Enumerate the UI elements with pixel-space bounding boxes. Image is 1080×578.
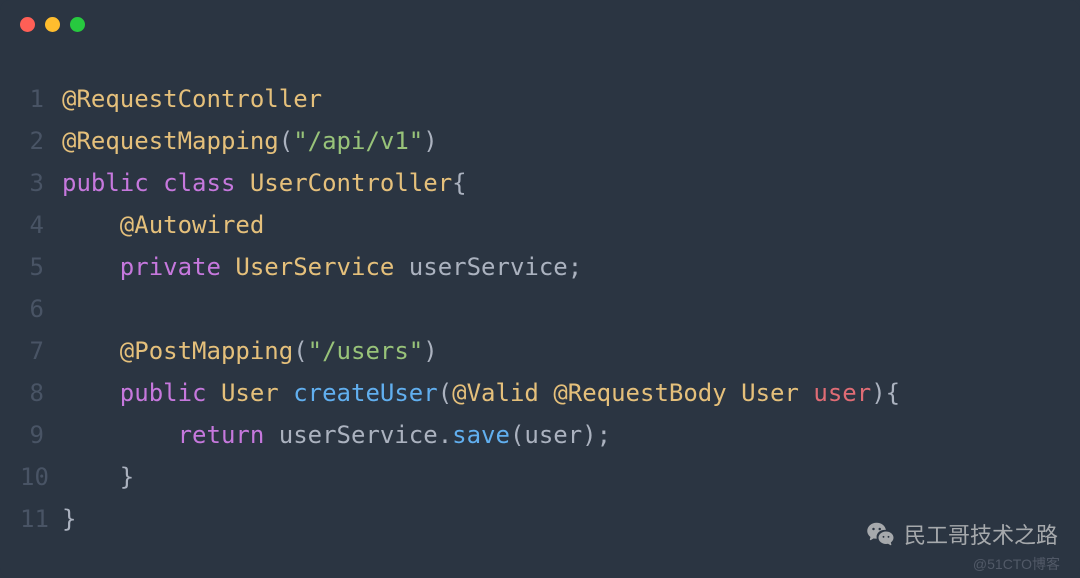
token-punct: { bbox=[452, 169, 466, 197]
token-punct bbox=[727, 379, 741, 407]
maximize-icon[interactable] bbox=[70, 17, 85, 32]
token-method: createUser bbox=[293, 379, 438, 407]
token-annotation: @PostMapping bbox=[120, 337, 293, 365]
token-punct: userService. bbox=[264, 421, 452, 449]
line-number: 6 bbox=[20, 288, 62, 330]
token-annotation: @Valid bbox=[452, 379, 539, 407]
wechat-icon bbox=[866, 519, 896, 549]
line-number: 8 bbox=[20, 372, 62, 414]
token-punct bbox=[62, 421, 178, 449]
token-punct bbox=[62, 337, 120, 365]
cto-watermark: @51CTO博客 bbox=[973, 554, 1060, 574]
token-punct bbox=[221, 253, 235, 281]
token-punct: } bbox=[62, 505, 76, 533]
token-annotation: @RequestBody bbox=[553, 379, 726, 407]
code-content: } bbox=[62, 456, 134, 498]
code-content: public class UserController{ bbox=[62, 162, 467, 204]
line-number: 11 bbox=[20, 498, 62, 540]
code-content: @Autowired bbox=[62, 204, 264, 246]
code-line: 8 public User createUser(@Valid @Request… bbox=[20, 372, 1060, 414]
line-number: 9 bbox=[20, 414, 62, 456]
code-content: public User createUser(@Valid @RequestBo… bbox=[62, 372, 900, 414]
code-line: 2@RequestMapping("/api/v1") bbox=[20, 120, 1060, 162]
line-number: 10 bbox=[20, 456, 62, 498]
line-number: 5 bbox=[20, 246, 62, 288]
token-keyword: public bbox=[62, 169, 149, 197]
token-punct: ) bbox=[423, 127, 437, 155]
code-content: private UserService userService; bbox=[62, 246, 582, 288]
token-punct bbox=[235, 169, 249, 197]
token-type: User bbox=[741, 379, 799, 407]
code-line: 1@RequestController bbox=[20, 78, 1060, 120]
token-punct: } bbox=[62, 463, 134, 491]
code-window: 1@RequestController2@RequestMapping("/ap… bbox=[0, 0, 1080, 578]
code-line: 3public class UserController{ bbox=[20, 162, 1060, 204]
line-number: 2 bbox=[20, 120, 62, 162]
token-annotation: @RequestController bbox=[62, 85, 322, 113]
token-punct bbox=[279, 379, 293, 407]
minimize-icon[interactable] bbox=[45, 17, 60, 32]
token-type: User bbox=[221, 379, 279, 407]
token-type: UserController bbox=[250, 169, 452, 197]
token-keyword: private bbox=[120, 253, 221, 281]
token-punct: ( bbox=[279, 127, 293, 155]
token-keyword: return bbox=[178, 421, 265, 449]
line-number: 1 bbox=[20, 78, 62, 120]
token-string: "/api/v1" bbox=[293, 127, 423, 155]
line-number: 4 bbox=[20, 204, 62, 246]
line-number: 7 bbox=[20, 330, 62, 372]
token-punct bbox=[207, 379, 221, 407]
token-punct: ) bbox=[423, 337, 437, 365]
code-content: return userService.save(user); bbox=[62, 414, 611, 456]
token-punct: ){ bbox=[871, 379, 900, 407]
token-type: UserService bbox=[235, 253, 394, 281]
code-line: 7 @PostMapping("/users") bbox=[20, 330, 1060, 372]
token-punct bbox=[62, 379, 120, 407]
code-content: } bbox=[62, 498, 76, 540]
wechat-watermark-text: 民工哥技术之路 bbox=[904, 518, 1058, 550]
token-punct bbox=[539, 379, 553, 407]
code-line: 6 bbox=[20, 288, 1060, 330]
code-line: 5 private UserService userService; bbox=[20, 246, 1060, 288]
token-string: "/users" bbox=[308, 337, 424, 365]
wechat-watermark: 民工哥技术之路 bbox=[866, 518, 1058, 550]
token-punct bbox=[149, 169, 163, 197]
close-icon[interactable] bbox=[20, 17, 35, 32]
window-titlebar bbox=[0, 0, 1080, 48]
line-number: 3 bbox=[20, 162, 62, 204]
token-annotation: @Autowired bbox=[120, 211, 265, 239]
token-method: save bbox=[452, 421, 510, 449]
token-punct: ( bbox=[293, 337, 307, 365]
token-punct: (user); bbox=[510, 421, 611, 449]
code-editor: 1@RequestController2@RequestMapping("/ap… bbox=[0, 48, 1080, 560]
token-punct: userService; bbox=[394, 253, 582, 281]
token-keyword: public bbox=[120, 379, 207, 407]
token-punct bbox=[62, 211, 120, 239]
token-punct bbox=[799, 379, 813, 407]
token-punct bbox=[62, 253, 120, 281]
token-annotation: @RequestMapping bbox=[62, 127, 279, 155]
code-line: 9 return userService.save(user); bbox=[20, 414, 1060, 456]
token-keyword: class bbox=[163, 169, 235, 197]
code-line: 10 } bbox=[20, 456, 1060, 498]
token-punct: ( bbox=[438, 379, 452, 407]
code-content: @RequestController bbox=[62, 78, 322, 120]
code-line: 4 @Autowired bbox=[20, 204, 1060, 246]
token-identifier: user bbox=[813, 379, 871, 407]
code-content: @RequestMapping("/api/v1") bbox=[62, 120, 438, 162]
code-content: @PostMapping("/users") bbox=[62, 330, 438, 372]
